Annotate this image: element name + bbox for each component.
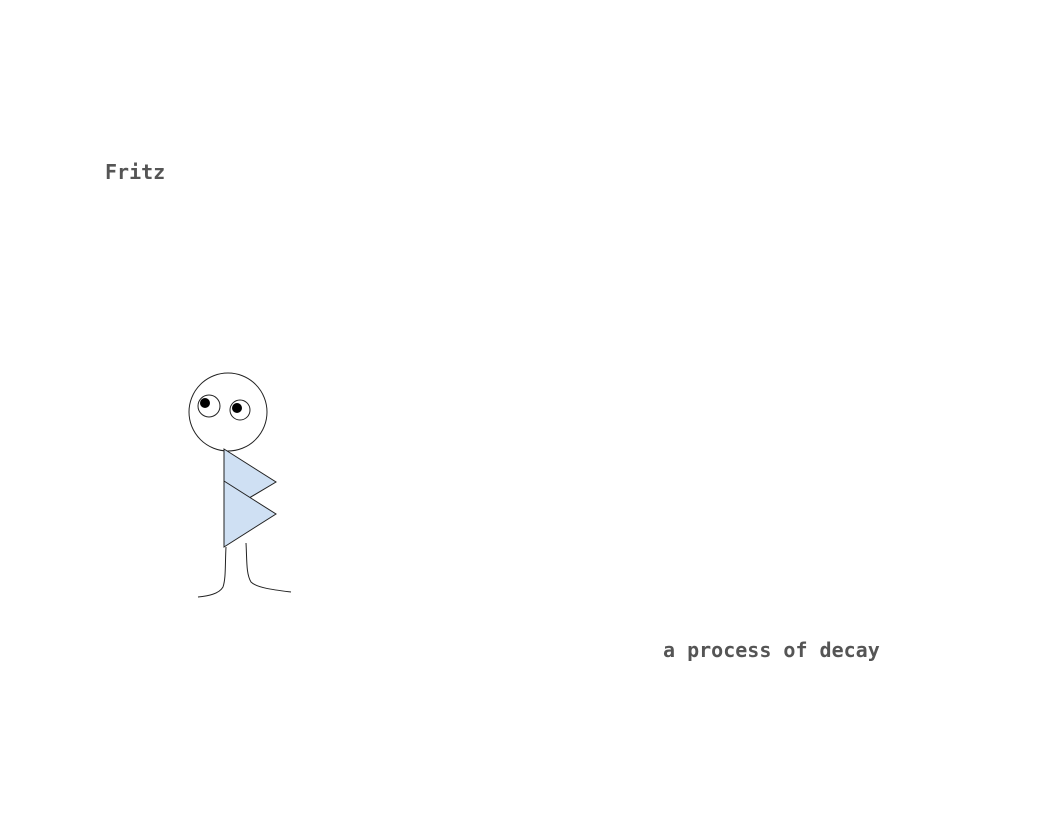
figure-right-leg [245,542,292,593]
figure-left-pupil [200,398,210,408]
figure-left-leg [197,546,227,598]
stick-figure-icon [188,372,292,598]
caption-label: a process of decay [663,638,880,662]
figure-right-pupil [232,403,242,413]
